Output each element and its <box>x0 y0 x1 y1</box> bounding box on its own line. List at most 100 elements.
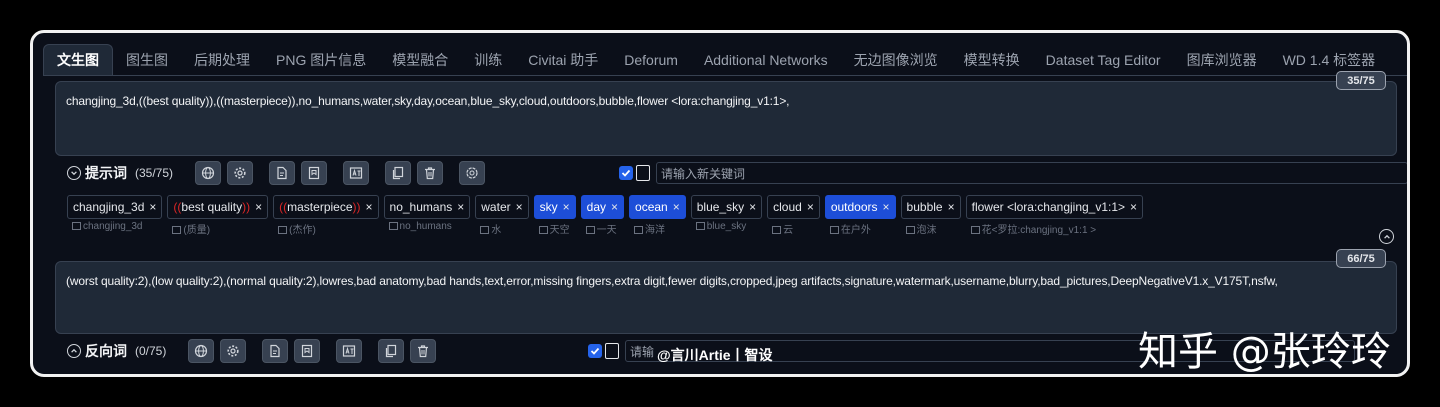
tab-3[interactable]: PNG 图片信息 <box>263 44 379 75</box>
tag-chip-main[interactable]: changjing_3d × <box>67 195 163 219</box>
negative-translate-button[interactable] <box>336 339 363 363</box>
translate-icon <box>695 222 705 230</box>
tag-translation[interactable]: 天空 <box>534 221 576 236</box>
close-icon[interactable]: × <box>1130 200 1137 214</box>
tag-translation[interactable]: 海洋 <box>629 221 686 236</box>
positive-openai-button[interactable] <box>459 161 486 185</box>
positive-gear-button[interactable] <box>227 161 254 185</box>
tab-2[interactable]: 后期处理 <box>181 44 263 75</box>
tab-5[interactable]: 训练 <box>461 44 515 75</box>
positive-globe-button[interactable] <box>195 161 222 185</box>
close-icon[interactable]: × <box>948 200 955 214</box>
close-icon[interactable]: × <box>149 200 156 214</box>
close-icon[interactable]: × <box>673 200 680 214</box>
positive-bookmark-button[interactable] <box>301 161 328 185</box>
close-icon[interactable]: × <box>749 200 756 214</box>
tag-chip-main[interactable]: ((best quality)) × <box>167 195 269 219</box>
positive-file-edit-button[interactable] <box>269 161 296 185</box>
tag-translation[interactable]: 一天 <box>581 221 624 236</box>
tag-translation[interactable]: 花<罗拉:changjing_v1:1 > <box>966 221 1143 236</box>
tag-chip[interactable]: bubble × 泡沫 <box>900 195 961 236</box>
tag-chip[interactable]: day × 一天 <box>580 195 625 236</box>
tab-7[interactable]: Deforum <box>611 44 691 75</box>
tag-chip-main[interactable]: outdoors × <box>824 195 896 219</box>
negative-gear-button[interactable] <box>220 339 247 363</box>
tag-chip[interactable]: changjing_3d × changjing_3d <box>67 195 163 236</box>
negative-globe-button[interactable] <box>188 339 215 363</box>
translate-icon <box>480 226 490 234</box>
close-icon[interactable]: × <box>611 200 618 214</box>
translate-icon <box>970 226 980 234</box>
tag-label: flower <lora:changjing_v1:1> <box>971 200 1126 214</box>
close-icon[interactable]: × <box>516 200 523 214</box>
tag-translation-text: 云 <box>783 225 794 236</box>
tag-translation[interactable]: (杰作) <box>273 221 378 236</box>
tag-chip-main[interactable]: bubble × <box>900 195 961 219</box>
tag-chip-main[interactable]: water × <box>475 195 529 219</box>
tag-chip-main[interactable]: cloud × <box>767 195 820 219</box>
tag-chip-main[interactable]: flower <lora:changjing_v1:1> × <box>965 195 1144 219</box>
translate-icon <box>349 166 363 180</box>
tag-chip[interactable]: ((masterpiece)) × (杰作) <box>273 195 379 236</box>
tab-12[interactable]: 图库浏览器 <box>1174 44 1270 75</box>
tag-chip[interactable]: water × 水 <box>475 195 529 236</box>
close-icon[interactable]: × <box>255 200 262 214</box>
tag-chip[interactable]: ocean × 海洋 <box>629 195 686 236</box>
tag-chip[interactable]: blue_sky × blue_sky <box>690 195 763 236</box>
tag-chip-main[interactable]: sky × <box>533 195 576 219</box>
positive-trash-button[interactable] <box>417 161 444 185</box>
file-edit-icon <box>275 166 289 180</box>
tag-chip[interactable]: ((best quality)) × (质量) <box>167 195 269 236</box>
tab-4[interactable]: 模型融合 <box>379 44 461 75</box>
tag-chip[interactable]: flower <lora:changjing_v1:1> × 花<罗拉:changj… <box>965 195 1144 236</box>
tab-10[interactable]: 模型转换 <box>951 44 1033 75</box>
positive-toolbar-title: 提示词 <box>85 165 127 181</box>
tag-translation[interactable]: blue_sky <box>691 221 762 232</box>
tag-translation[interactable]: no_humans <box>384 221 471 232</box>
tag-chip[interactable]: cloud × 云 <box>767 195 820 236</box>
positive-keyword-input[interactable]: 请输入新关键词 <box>656 162 1407 184</box>
chevron-up-icon[interactable] <box>67 344 81 358</box>
tag-translation[interactable]: changjing_3d <box>67 221 162 232</box>
tag-translation[interactable]: 水 <box>475 221 528 236</box>
tag-translation[interactable]: 泡沫 <box>901 221 961 236</box>
close-icon[interactable]: × <box>883 200 890 214</box>
chevron-down-icon[interactable] <box>67 166 81 180</box>
tab-9[interactable]: 无边图像浏览 <box>841 44 951 75</box>
negative-keyword-toggle[interactable] <box>605 343 619 359</box>
positive-prompt-textarea[interactable]: changjing_3d,((best quality)),((masterpi… <box>55 81 1397 156</box>
tab-1[interactable]: 图生图 <box>113 44 181 75</box>
tag-chip[interactable]: sky × 天空 <box>533 195 576 236</box>
positive-copy-button[interactable] <box>385 161 412 185</box>
chevron-up-icon[interactable] <box>1379 229 1394 244</box>
close-icon[interactable]: × <box>563 200 570 214</box>
negative-trash-button[interactable] <box>410 339 437 363</box>
negative-file-edit-button[interactable] <box>262 339 289 363</box>
tag-label: best quality <box>181 200 243 214</box>
tab-0[interactable]: 文生图 <box>43 44 113 75</box>
positive-translate-button[interactable] <box>343 161 370 185</box>
tag-translation[interactable]: 在户外 <box>825 221 896 236</box>
tag-translation[interactable]: (质量) <box>167 221 268 236</box>
tag-chip-main[interactable]: no_humans × <box>383 195 471 219</box>
negative-toolbar-title: 反向词 <box>85 343 127 359</box>
tab-6[interactable]: Civitai 助手 <box>515 44 611 75</box>
close-icon[interactable]: × <box>457 200 464 214</box>
tag-chip-main[interactable]: ((masterpiece)) × <box>273 195 379 219</box>
negative-token-counter: 66/75 <box>1336 249 1386 268</box>
tag-chip-main[interactable]: ocean × <box>629 195 686 219</box>
tag-chip[interactable]: no_humans × no_humans <box>383 195 471 236</box>
tag-chip-main[interactable]: blue_sky × <box>690 195 763 219</box>
tab-11[interactable]: Dataset Tag Editor <box>1033 44 1174 75</box>
close-icon[interactable]: × <box>807 200 814 214</box>
tag-translation[interactable]: 云 <box>767 221 820 236</box>
positive-keyword-toggle[interactable] <box>636 165 650 181</box>
close-icon[interactable]: × <box>366 200 373 214</box>
tag-chip[interactable]: outdoors × 在户外 <box>824 195 896 236</box>
positive-keyword-checkbox[interactable] <box>619 166 633 180</box>
negative-keyword-checkbox[interactable] <box>588 344 602 358</box>
tab-8[interactable]: Additional Networks <box>691 44 841 75</box>
negative-bookmark-button[interactable] <box>294 339 321 363</box>
tag-chip-main[interactable]: day × <box>580 195 625 219</box>
negative-copy-button[interactable] <box>378 339 405 363</box>
